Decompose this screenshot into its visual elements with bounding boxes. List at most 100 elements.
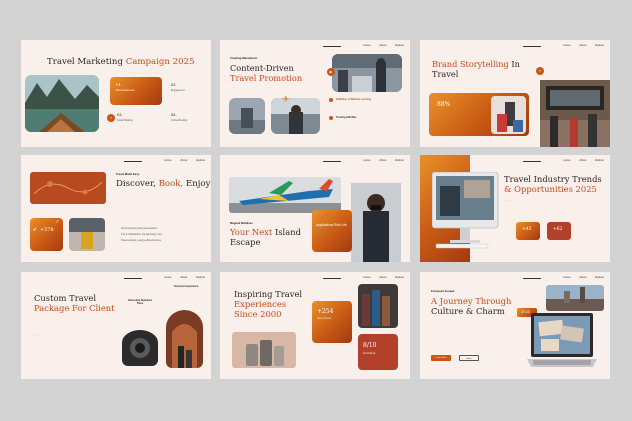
nav-explore[interactable]: Explore — [595, 44, 604, 47]
laptop-mockup — [527, 313, 597, 379]
bullet-3: Travel savings, energy efficient prices — [121, 239, 161, 242]
page-marker: ▪ — [25, 142, 26, 144]
nav-about[interactable]: About — [379, 276, 386, 279]
nav-menu: Home About Explore — [564, 44, 605, 47]
nav-home[interactable]: Home — [564, 44, 571, 47]
slide-kicker: Travel Made Easy — [116, 172, 140, 176]
nav-explore[interactable]: Explore — [395, 159, 404, 162]
body-text: ······· — [116, 195, 122, 198]
nav-home[interactable]: Home — [165, 159, 172, 162]
bullet-2: Trusting with Bias — [336, 116, 357, 119]
nav-line — [124, 278, 142, 279]
slide-industry-trends[interactable]: Home About Explore Travel Industry Trend… — [420, 155, 610, 262]
desktop-monitor — [431, 171, 500, 252]
stat-label-4: Online Booking — [171, 119, 188, 122]
page-marker: ▪ — [224, 257, 225, 259]
slide-island-escape[interactable]: Home About Explore Applications Role Lif… — [220, 155, 410, 262]
nav-home[interactable]: Home — [364, 44, 371, 47]
page-marker: ▪ — [424, 142, 425, 144]
slide-inspiring-experiences[interactable]: Home About Explore Inspiring Travel Expe… — [220, 272, 410, 379]
info-card-text: Applications Role Life — [316, 223, 347, 227]
nav-explore[interactable]: Explore — [196, 159, 205, 162]
suitcases-photo — [232, 332, 296, 368]
nav-line — [523, 46, 541, 47]
slide-title: Your Next Island Escape — [230, 227, 301, 247]
stat-1-value: +254 — [317, 308, 334, 315]
stat-2-label: Net Ratings — [363, 352, 376, 355]
stat-number: +578 — [40, 227, 54, 233]
slide-discover-book-enjoy[interactable]: Home About Explore Travel Made Easy Disc… — [21, 155, 211, 262]
bullet-1: Definition of Machine Learning — [336, 98, 371, 101]
nav-about[interactable]: About — [379, 159, 386, 162]
slide-title: A Journey Through Culture & Charm — [431, 296, 512, 316]
arrow-icon[interactable]: ↗ — [55, 219, 59, 225]
page-marker: ▪ — [224, 142, 225, 144]
page-marker: ▪ — [424, 374, 425, 376]
book-button[interactable]: Book — [459, 355, 479, 361]
nav-home[interactable]: Home — [564, 276, 571, 279]
nav-explore[interactable]: Explore — [395, 276, 404, 279]
stat-description: ···· — [437, 111, 441, 114]
slide-title: Brand Storytelling In Travel — [432, 59, 520, 79]
bullet-1: All trip itinerary photo presentation — [121, 227, 158, 230]
nav-about[interactable]: About — [379, 44, 386, 47]
nav-menu: Home About Explore — [364, 44, 405, 47]
flight-attendant-photo — [351, 183, 401, 262]
page-marker: ▪ — [25, 374, 26, 376]
nav-line — [323, 161, 341, 162]
nav-home[interactable]: Home — [364, 159, 371, 162]
nav-home[interactable]: Home — [364, 276, 371, 279]
arrow-icon[interactable]: ↗ — [536, 67, 544, 75]
nav-explore[interactable]: Explore — [395, 44, 404, 47]
nav-menu: Home About Explore — [165, 159, 206, 162]
stat-1-label: Client Stories — [317, 317, 332, 320]
video-icon[interactable]: ▶ — [327, 68, 335, 76]
stat-label-1: Brand Awareness — [116, 89, 135, 92]
slide-custom-travel-package[interactable]: Home About Explore Custom Travel Package… — [21, 272, 211, 379]
slide-title: Travel Marketing Campaign 2025 — [47, 57, 195, 67]
nav-explore[interactable]: Explore — [595, 276, 604, 279]
body-text: ······ — [34, 334, 39, 337]
stat-badge-1-value: +45 — [522, 227, 532, 232]
nav-menu: Home About Explore — [364, 276, 405, 279]
body-text: ······ — [431, 322, 436, 325]
nav-home[interactable]: Home — [165, 276, 172, 279]
body-text: ········ — [504, 199, 511, 202]
nav-line — [323, 46, 341, 47]
slide-kicker: Magical Maldives — [230, 221, 253, 225]
thumbs-up-icon: ✔ — [33, 227, 38, 233]
nav-explore[interactable]: Explore — [196, 276, 205, 279]
nav-about[interactable]: About — [579, 159, 586, 162]
luggage-row-photo — [358, 284, 398, 328]
nav-line — [523, 278, 541, 279]
slide-title: Content-Driven Travel Promotion — [230, 63, 303, 83]
stat-label-2: Engagement — [171, 89, 185, 92]
nav-about[interactable]: About — [180, 159, 187, 162]
nav-about[interactable]: About — [579, 44, 586, 47]
city-photo — [546, 285, 604, 311]
stat-number-2: 02. — [171, 82, 177, 87]
slide-brand-storytelling[interactable]: Home About Explore Brand Storytelling In… — [420, 40, 610, 147]
nav-menu: Home About Explore — [364, 159, 405, 162]
slide-travel-marketing-campaign[interactable]: Travel Marketing Campaign 2025 ↗ 01. Bra… — [21, 40, 211, 147]
nav-about[interactable]: About — [180, 276, 187, 279]
label-signature-tours: Interesting Signature Tours — [128, 299, 152, 305]
slide-content-driven-promotion[interactable]: Home About Explore Creating Wanderlust C… — [220, 40, 410, 147]
slide-european-escape[interactable]: Home About Explore European Escape A Jou… — [420, 272, 610, 379]
learn-more-button[interactable]: Learn More — [431, 355, 451, 361]
car-interior-photo — [122, 330, 158, 366]
slide-title: Inspiring Travel Experiences Since 2000 — [234, 289, 303, 319]
nav-home[interactable]: Home — [564, 159, 571, 162]
nav-about[interactable]: About — [579, 276, 586, 279]
luggage-photo — [69, 218, 105, 251]
stat-number-1: 01. — [116, 82, 123, 87]
plane-icon: ✈ — [282, 95, 290, 105]
traveler-photo — [271, 98, 320, 134]
stat-label-3: Social Sharing — [117, 119, 133, 122]
airport-photo — [332, 54, 402, 92]
stat-number-4: 04. — [171, 112, 177, 117]
stat-2-value: 8/10 — [363, 342, 377, 349]
nav-explore[interactable]: Explore — [595, 159, 604, 162]
arrow-icon[interactable]: ↗ — [107, 114, 115, 122]
bullet-icon-2 — [329, 116, 333, 120]
